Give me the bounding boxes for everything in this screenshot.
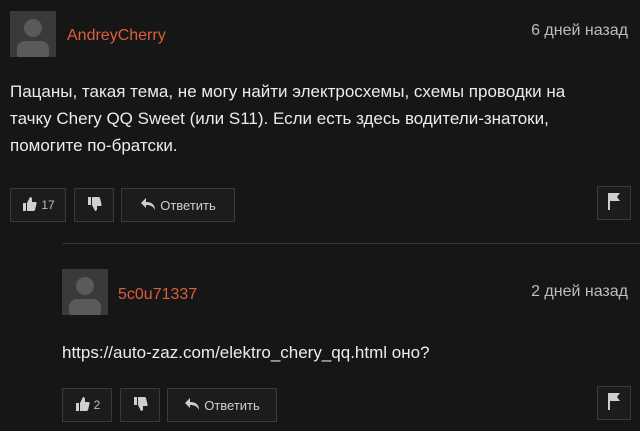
comment-timestamp: 2 дней назад <box>531 283 628 300</box>
flag-icon <box>607 192 621 215</box>
comment-text: Пацаны, такая тема, не могу найти электр… <box>10 82 566 155</box>
avatar[interactable] <box>10 11 56 57</box>
like-button[interactable]: 2 <box>62 388 112 422</box>
comment-divider <box>62 243 640 244</box>
report-flag-button[interactable] <box>597 386 631 420</box>
report-flag-button[interactable] <box>597 186 631 220</box>
dislike-button[interactable] <box>120 388 160 422</box>
comment-link[interactable]: https://auto-zaz.com/elektro_chery_qq.ht… <box>62 339 622 366</box>
reply-button[interactable]: Ответить <box>121 188 235 222</box>
comment-timestamp: 6 дней назад <box>531 22 628 39</box>
reply-label: Ответить <box>204 397 260 413</box>
like-count: 17 <box>41 198 55 212</box>
dislike-button[interactable] <box>74 188 114 222</box>
flag-icon <box>607 392 621 415</box>
comment-username[interactable]: AndreyCherry <box>67 27 166 45</box>
thumbs-down-icon <box>86 196 102 215</box>
avatar[interactable] <box>62 269 108 315</box>
reply-label: Ответить <box>160 197 216 213</box>
thumbs-down-icon <box>132 396 148 415</box>
reply-arrow-icon <box>184 397 200 414</box>
thumbs-up-icon <box>74 396 90 415</box>
like-button[interactable]: 17 <box>10 188 66 222</box>
thumbs-up-icon <box>21 196 37 215</box>
reply-arrow-icon <box>140 197 156 214</box>
like-count: 2 <box>93 398 101 412</box>
comment-username[interactable]: 5c0u71337 <box>118 286 197 304</box>
reply-button[interactable]: Ответить <box>167 388 277 422</box>
